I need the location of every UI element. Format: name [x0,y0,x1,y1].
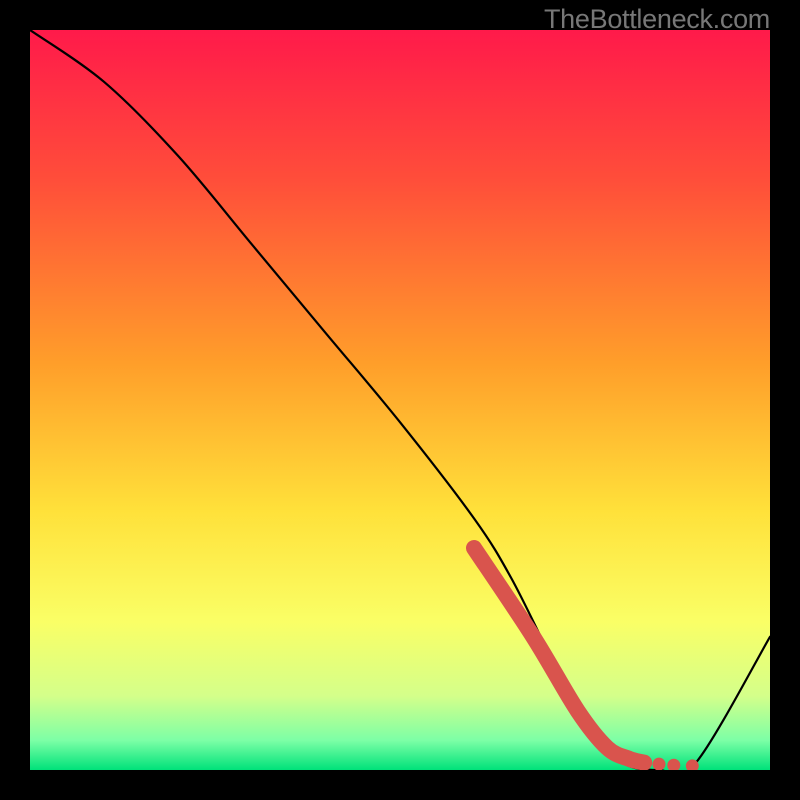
bottleneck-curve [30,30,770,770]
highlight-dot [653,758,666,770]
plot-area [30,30,770,770]
highlight-segment [474,548,644,763]
highlight-dots [653,758,699,770]
curve-overlay [30,30,770,770]
chart-frame: TheBottleneck.com [0,0,800,800]
highlight-dot [667,759,680,770]
